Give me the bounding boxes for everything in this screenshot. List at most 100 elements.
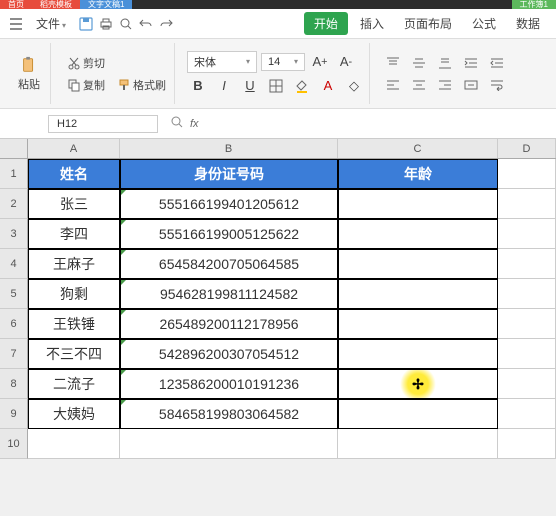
cell-id[interactable]: 265489200112178956 <box>120 309 338 339</box>
menu-page-layout[interactable]: 页面布局 <box>396 11 460 36</box>
font-color-button[interactable]: A <box>317 75 339 97</box>
cell-id[interactable]: 542896200307054512 <box>120 339 338 369</box>
cell-age[interactable]: ✢ <box>338 369 498 399</box>
cell-empty[interactable] <box>498 219 556 249</box>
align-right-icon[interactable] <box>434 75 456 95</box>
toolbar: 粘贴 剪切 复制 格式刷 宋体▾ 14▾ A+ A- B I U A ◇ <box>0 39 556 109</box>
cell-empty[interactable] <box>338 429 498 459</box>
cell-id[interactable]: 954628199811124582 <box>120 279 338 309</box>
row-header[interactable]: 10 <box>0 429 28 459</box>
cell-empty[interactable] <box>498 309 556 339</box>
row-header[interactable]: 9 <box>0 399 28 429</box>
col-header-b[interactable]: B <box>120 139 338 158</box>
copy-button[interactable]: 复制 <box>63 75 109 95</box>
tab-docer[interactable]: 稻壳模板 <box>32 0 80 9</box>
row-header[interactable]: 7 <box>0 339 28 369</box>
menu-formula[interactable]: 公式 <box>464 11 504 36</box>
cell-empty[interactable] <box>498 369 556 399</box>
cell-empty[interactable] <box>498 399 556 429</box>
cell-id[interactable]: 654584200705064585 <box>120 249 338 279</box>
merge-cells-icon[interactable] <box>460 75 482 95</box>
row-header[interactable]: 1 <box>0 159 28 189</box>
cell-id[interactable]: 123586200010191236 <box>120 369 338 399</box>
row-header[interactable]: 6 <box>0 309 28 339</box>
bold-button[interactable]: B <box>187 75 209 97</box>
tab-home[interactable]: 首页 <box>0 0 32 9</box>
cell-age[interactable] <box>338 249 498 279</box>
align-top-icon[interactable] <box>382 53 404 73</box>
cell-id[interactable]: 584658199803064582 <box>120 399 338 429</box>
print-icon[interactable] <box>98 16 114 32</box>
align-middle-icon[interactable] <box>408 53 430 73</box>
col-header-a[interactable]: A <box>28 139 120 158</box>
cell-empty[interactable] <box>28 429 120 459</box>
underline-button[interactable]: U <box>239 75 261 97</box>
row-header[interactable]: 8 <box>0 369 28 399</box>
header-name[interactable]: 姓名 <box>28 159 120 189</box>
clear-format-button[interactable]: ◇ <box>343 75 365 97</box>
cell-name[interactable]: 狗剩 <box>28 279 120 309</box>
cell-empty[interactable] <box>498 339 556 369</box>
header-age[interactable]: 年龄 <box>338 159 498 189</box>
zoom-icon[interactable] <box>170 115 184 132</box>
paste-button[interactable]: 粘贴 <box>12 52 46 96</box>
select-all-corner[interactable] <box>0 139 28 158</box>
name-box[interactable]: H12 <box>48 115 158 133</box>
row-header[interactable]: 4 <box>0 249 28 279</box>
align-center-icon[interactable] <box>408 75 430 95</box>
preview-icon[interactable] <box>118 16 134 32</box>
fill-color-button[interactable] <box>291 75 313 97</box>
cell-empty[interactable] <box>498 189 556 219</box>
cell-age[interactable] <box>338 189 498 219</box>
cell-name[interactable]: 大姨妈 <box>28 399 120 429</box>
align-left-icon[interactable] <box>382 75 404 95</box>
cell-id[interactable]: 555166199401205612 <box>120 189 338 219</box>
menu-start[interactable]: 开始 <box>304 12 348 35</box>
font-size-select[interactable]: 14▾ <box>261 53 305 71</box>
font-family-select[interactable]: 宋体▾ <box>187 51 257 73</box>
align-bottom-icon[interactable] <box>434 53 456 73</box>
col-header-c[interactable]: C <box>338 139 498 158</box>
cell-name[interactable]: 李四 <box>28 219 120 249</box>
cell-empty[interactable] <box>498 429 556 459</box>
increase-font-icon[interactable]: A+ <box>309 51 331 73</box>
row-header[interactable]: 5 <box>0 279 28 309</box>
cell-empty[interactable] <box>498 249 556 279</box>
app-tabs: 首页 稻壳模板 文字文稿1 工作簿1 <box>0 0 556 9</box>
cell-name[interactable]: 王铁锤 <box>28 309 120 339</box>
cell-name[interactable]: 不三不四 <box>28 339 120 369</box>
cell-empty[interactable] <box>120 429 338 459</box>
cell-empty[interactable] <box>498 159 556 189</box>
format-painter-button[interactable]: 格式刷 <box>113 75 170 95</box>
col-header-d[interactable]: D <box>498 139 556 158</box>
cut-button[interactable]: 剪切 <box>63 53 170 73</box>
menu-file[interactable]: 文件▾ <box>28 11 74 36</box>
menu-hamburger-icon[interactable] <box>8 16 24 32</box>
menu-data[interactable]: 数据 <box>508 11 548 36</box>
tab-doc1[interactable]: 文字文稿1 <box>80 0 132 9</box>
tab-workbook[interactable]: 工作簿1 <box>512 0 556 9</box>
indent-decrease-icon[interactable] <box>486 53 508 73</box>
row-header[interactable]: 3 <box>0 219 28 249</box>
italic-button[interactable]: I <box>213 75 235 97</box>
decrease-font-icon[interactable]: A- <box>335 51 357 73</box>
cell-age[interactable] <box>338 219 498 249</box>
cell-empty[interactable] <box>498 279 556 309</box>
cell-age[interactable] <box>338 309 498 339</box>
cell-name[interactable]: 王麻子 <box>28 249 120 279</box>
cell-age[interactable] <box>338 399 498 429</box>
header-id[interactable]: 身份证号码 <box>120 159 338 189</box>
save-icon[interactable] <box>78 16 94 32</box>
cell-name[interactable]: 二流子 <box>28 369 120 399</box>
wrap-text-icon[interactable] <box>486 75 508 95</box>
row-header[interactable]: 2 <box>0 189 28 219</box>
cell-id[interactable]: 555166199005125622 <box>120 219 338 249</box>
cell-age[interactable] <box>338 279 498 309</box>
undo-icon[interactable] <box>138 16 154 32</box>
redo-icon[interactable] <box>158 16 174 32</box>
indent-increase-icon[interactable] <box>460 53 482 73</box>
border-button[interactable] <box>265 75 287 97</box>
cell-age[interactable] <box>338 339 498 369</box>
cell-name[interactable]: 张三 <box>28 189 120 219</box>
menu-insert[interactable]: 插入 <box>352 11 392 36</box>
